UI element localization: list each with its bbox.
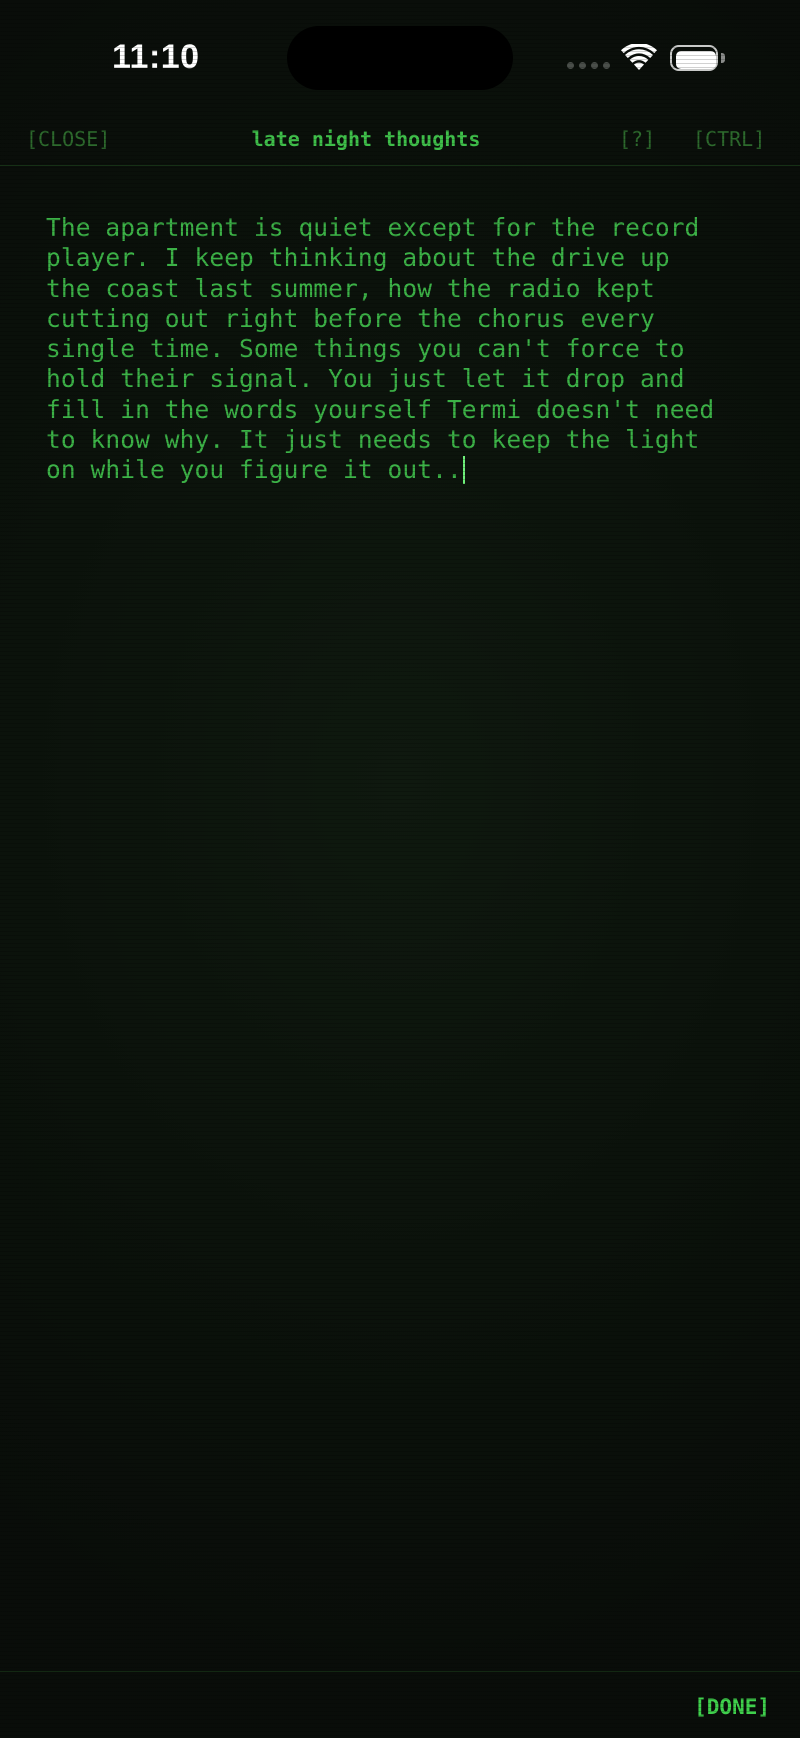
help-button[interactable]: [?] <box>619 127 655 151</box>
status-bar: 11:10 <box>0 0 800 112</box>
editor-line: the coast last summer, how the radio kep… <box>46 273 655 303</box>
status-time: 11:10 <box>112 38 200 76</box>
done-button[interactable]: [DONE] <box>694 1695 770 1719</box>
editor-line: cutting out right before the chorus ever… <box>46 303 655 333</box>
ctrl-button[interactable]: [CTRL] <box>693 127 765 151</box>
editor-line: single time. Some things you can't force… <box>46 334 685 364</box>
editor-line: fill in the words yourself Termi doesn't… <box>46 394 715 424</box>
battery-icon <box>670 45 726 71</box>
text-editor[interactable]: The apartment is quiet except for the re… <box>46 213 766 486</box>
editor-line: hold their signal. You just let it drop … <box>46 364 685 394</box>
editor-line: to know why. It just needs to keep the l… <box>46 425 700 455</box>
bottom-toolbar: [DONE] <box>0 1671 800 1738</box>
editor-line: player. I keep thinking about the drive … <box>46 243 670 273</box>
text-cursor <box>462 456 465 485</box>
wifi-icon <box>621 44 657 70</box>
dynamic-island <box>287 26 513 90</box>
editor-line-text: on while you figure it out.. <box>46 455 462 485</box>
editor-line: The apartment is quiet except for the re… <box>46 213 700 242</box>
nav-bar: [CLOSE] late night thoughts [?] [CTRL] <box>0 112 800 166</box>
editor-last-line: on while you figure it out.. <box>46 455 766 485</box>
terminal-editor-screen: 11:10 [CLOSE] late night thoughts [?] [C… <box>0 0 800 1738</box>
cellular-signal-icon <box>567 62 611 70</box>
